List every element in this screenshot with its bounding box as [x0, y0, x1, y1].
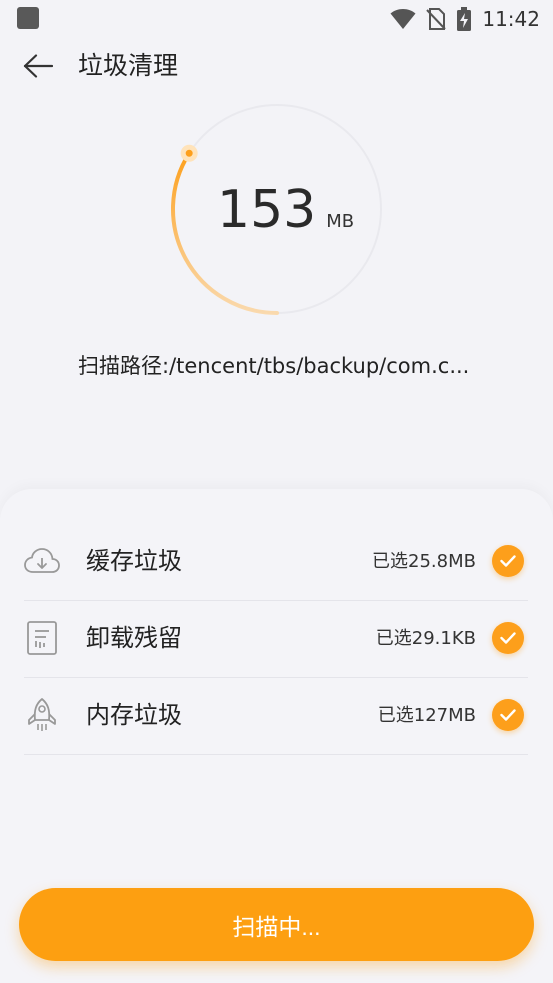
wifi-icon [390, 9, 416, 29]
back-button[interactable] [18, 49, 58, 83]
rocket-icon [24, 697, 60, 733]
document-icon [24, 620, 60, 656]
progress-ring-knob [180, 144, 198, 162]
battery-charging-icon [457, 7, 472, 31]
item-label: 卸载残留 [86, 624, 182, 652]
check-icon [500, 632, 516, 644]
no-sim-icon [426, 8, 447, 30]
item-selected-size: 已选25.8MB [372, 551, 476, 572]
scan-button[interactable]: 扫描中... [19, 888, 534, 961]
list-item-uninstall-residue[interactable]: 卸载残留 已选29.1KB [24, 600, 528, 678]
check-icon [500, 555, 516, 567]
checkbox-checked[interactable] [492, 622, 524, 654]
cloud-download-icon [24, 543, 60, 579]
scan-path-text: 扫描路径:/tencent/tbs/backup/com.c... [78, 354, 470, 378]
junk-size-unit: MB [326, 211, 355, 232]
status-right: 11:42 [390, 6, 540, 32]
header: 垃圾清理 [0, 40, 553, 92]
list-item-memory-junk[interactable]: 内存垃圾 已选127MB [24, 677, 528, 755]
item-selected-size: 已选29.1KB [375, 628, 476, 649]
arrow-left-icon [23, 54, 53, 78]
scan-button-label: 扫描中... [232, 913, 321, 940]
page-title: 垃圾清理 [78, 51, 179, 80]
checkbox-checked[interactable] [492, 545, 524, 577]
junk-size-readout: 153 MB [217, 180, 354, 240]
item-label: 缓存垃圾 [86, 547, 182, 575]
check-icon [500, 709, 516, 721]
junk-size-value: 153 [217, 180, 317, 240]
checkbox-checked[interactable] [492, 699, 524, 731]
item-label: 内存垃圾 [86, 701, 182, 729]
status-bar: 11:42 [0, 0, 553, 38]
status-time: 11:42 [482, 7, 540, 31]
list-item-cache-junk[interactable]: 缓存垃圾 已选25.8MB [24, 523, 528, 601]
item-selected-size: 已选127MB [377, 705, 476, 726]
app-notification-icon [17, 7, 39, 29]
